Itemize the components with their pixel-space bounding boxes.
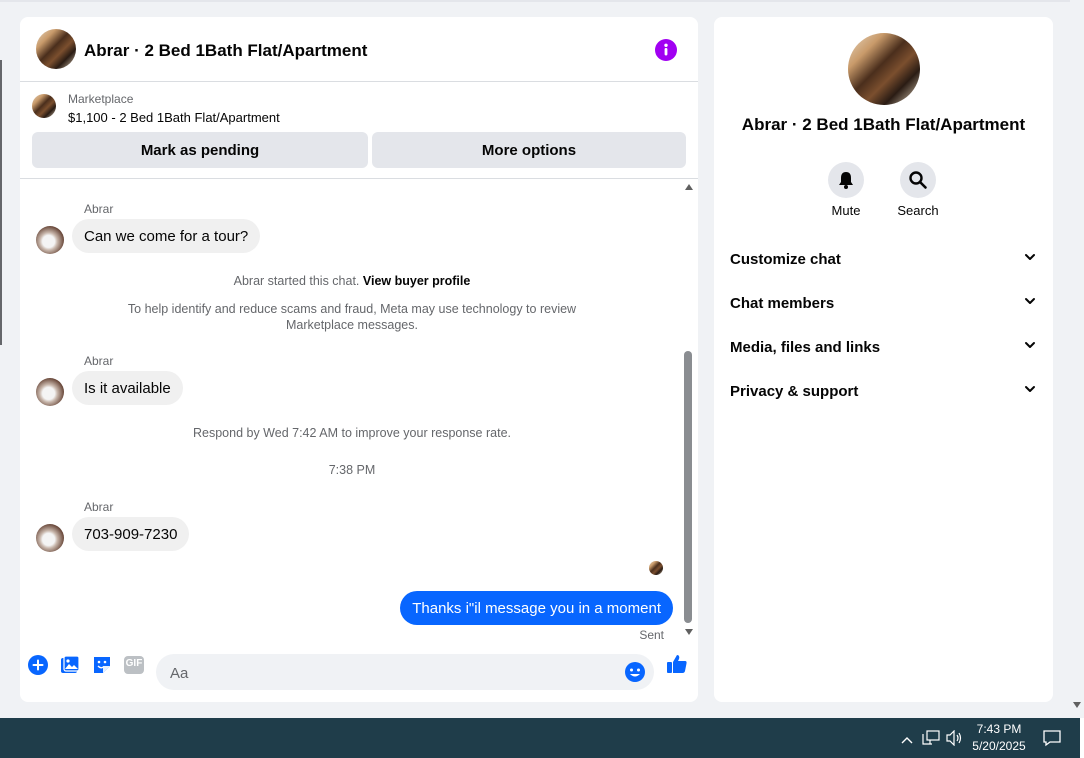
message-list: Abrar Can we come for a tour? Abrar star… [20,179,698,643]
bell-icon[interactable] [828,162,864,198]
details-title: Abrar · 2 Bed 1Bath Flat/Apartment [741,115,1026,134]
message-bubble[interactable]: Can we come for a tour? [72,219,261,253]
chat-details-panel: Abrar · 2 Bed 1Bath Flat/Apartment Mute … [714,17,1053,702]
network-icon[interactable] [922,730,940,751]
message-input-box[interactable] [156,654,654,692]
search-button[interactable]: Search [888,162,948,218]
section-privacy-support[interactable]: Privacy & support [730,373,1037,409]
scam-notice: To help identify and reduce scams and fr… [127,302,577,332]
scroll-thumb[interactable] [684,351,692,623]
section-label: Chat members [730,294,835,312]
notification-icon[interactable] [1043,729,1061,752]
info-icon[interactable] [655,39,677,61]
section-label: Privacy & support [730,382,859,400]
chevron-down-icon [1023,250,1037,268]
section-label: Customize chat [730,250,841,268]
sender-avatar[interactable] [36,524,64,552]
mute-label: Mute [831,203,861,218]
message-timestamp: 7:38 PM [328,463,376,477]
message-bubble[interactable]: Is it available [72,371,183,405]
window-top-border [0,0,1084,2]
chat-panel: Abrar · 2 Bed 1Bath Flat/Apartment Marke… [20,17,698,702]
listing-price-title[interactable]: $1,100 - 2 Bed 1Bath Flat/Apartment [68,110,280,125]
photo-icon[interactable] [58,653,82,677]
page-scrollbar[interactable] [1070,0,1084,718]
listing-thumbnail[interactable] [32,94,56,118]
message-bubble[interactable]: 703-909-7230 [72,517,190,551]
my-message-bubble[interactable]: Thanks i"il message you in a moment [400,591,673,625]
section-customize-chat[interactable]: Customize chat [730,241,1037,277]
like-icon[interactable] [665,652,689,676]
search-icon[interactable] [900,162,936,198]
more-options-button[interactable]: More options [372,132,686,168]
system-clock[interactable]: 7:43 PM 5/20/2025 [960,721,1038,755]
composer: GIF [20,649,698,695]
view-buyer-profile-link[interactable]: View buyer profile [363,274,470,288]
section-chat-members[interactable]: Chat members [730,285,1037,321]
gif-label: GIF [125,658,143,669]
section-media-files-links[interactable]: Media, files and links [730,329,1037,365]
taskbar-edge [1080,718,1084,758]
search-label: Search [897,203,939,218]
message-sender: Abrar [84,354,114,368]
chevron-up-icon[interactable] [900,732,914,750]
plus-icon[interactable] [26,653,50,677]
marketplace-banner: Marketplace $1,100 - 2 Bed 1Bath Flat/Ap… [20,82,698,179]
gif-icon[interactable]: GIF [122,653,146,677]
sender-avatar[interactable] [36,378,64,406]
taskbar: 7:43 PM 5/20/2025 [0,718,1084,758]
sender-avatar[interactable] [36,226,64,254]
message-sender: Abrar [84,500,114,514]
seen-avatar [649,561,663,575]
chat-header: Abrar · 2 Bed 1Bath Flat/Apartment [20,17,698,82]
scroll-up-arrow[interactable] [685,184,693,190]
clock-date: 5/20/2025 [972,739,1026,753]
message-input[interactable] [168,654,612,692]
message-scrollbar[interactable] [682,181,694,641]
listing-avatar[interactable] [36,29,76,69]
marketplace-label: Marketplace [68,92,134,106]
response-rate-notice: Respond by Wed 7:42 AM to improve your r… [193,426,511,440]
chat-started-text: Abrar started this chat. [233,274,360,288]
sticker-icon[interactable] [90,653,114,677]
page-scroll-down-arrow[interactable] [1073,702,1081,708]
window-left-edge [0,60,2,345]
listing-photo[interactable] [848,33,920,105]
message-sender: Abrar [84,202,114,216]
mark-as-pending-button[interactable]: Mark as pending [32,132,368,168]
sent-status: Sent [639,628,664,642]
chat-started-notice: Abrar started this chat. View buyer prof… [20,273,684,289]
mute-button[interactable]: Mute [816,162,876,218]
chat-title[interactable]: Abrar · 2 Bed 1Bath Flat/Apartment [84,41,367,61]
chevron-down-icon [1023,382,1037,400]
clock-time: 7:43 PM [976,722,1022,736]
emoji-icon[interactable] [624,661,646,683]
scroll-down-arrow[interactable] [685,629,693,635]
chevron-down-icon [1023,294,1037,312]
section-label: Media, files and links [730,338,881,356]
chevron-down-icon [1023,338,1037,356]
